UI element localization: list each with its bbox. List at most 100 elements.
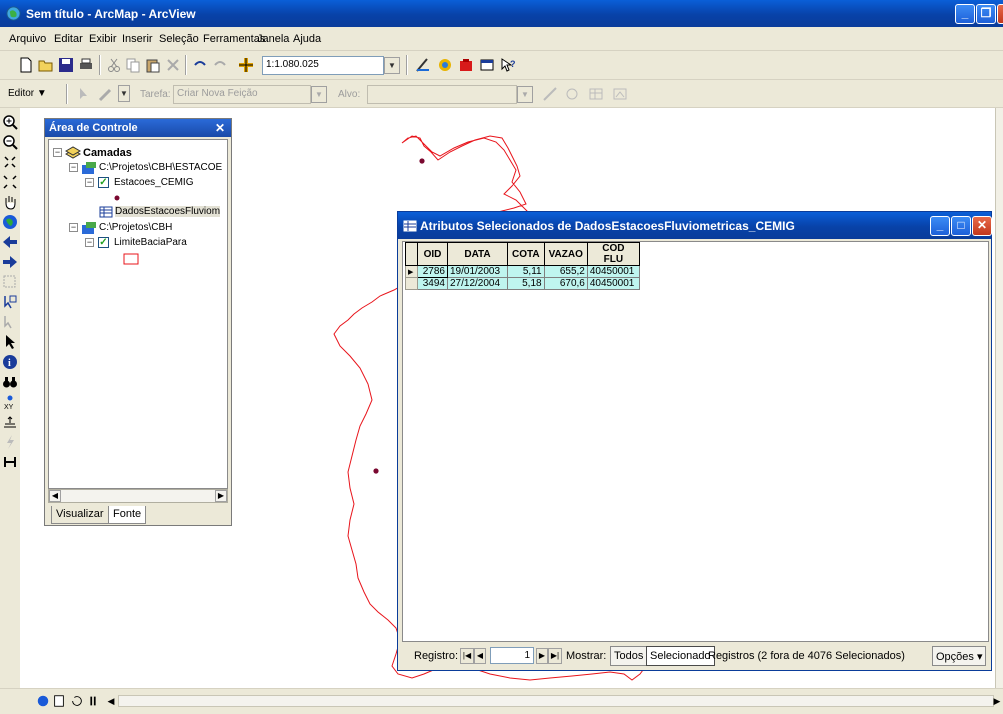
identify-icon[interactable]: i bbox=[2, 354, 18, 370]
target-select[interactable] bbox=[367, 85, 517, 104]
toc-table-dados[interactable]: DadosEstacoesFluviom bbox=[115, 206, 221, 217]
column-header-data[interactable]: DATA bbox=[447, 242, 508, 266]
arccatalog-icon[interactable] bbox=[437, 57, 453, 73]
collapse-group-icon[interactable]: − bbox=[69, 163, 78, 172]
new-document-icon[interactable] bbox=[18, 57, 34, 73]
copy-icon[interactable] bbox=[125, 57, 141, 73]
attributes-minimize-button[interactable]: _ bbox=[930, 216, 950, 236]
row-selector[interactable] bbox=[405, 277, 418, 290]
cell-data[interactable]: 19/01/2003 bbox=[447, 265, 508, 278]
undo-icon[interactable] bbox=[192, 57, 208, 73]
sketch-properties-icon[interactable] bbox=[612, 86, 628, 102]
layout-view-icon[interactable] bbox=[52, 694, 66, 708]
print-icon[interactable] bbox=[78, 57, 94, 73]
close-button[interactable] bbox=[997, 4, 1003, 24]
toc-root-label[interactable]: Camadas bbox=[83, 147, 132, 159]
status-scroll-left-icon[interactable]: ◀ bbox=[104, 693, 118, 709]
cell-cota[interactable]: 5,11 bbox=[507, 265, 545, 278]
next-record-icon[interactable]: ▶ bbox=[536, 648, 548, 664]
task-dropdown-arrow-icon[interactable]: ▼ bbox=[311, 86, 327, 103]
redo-icon[interactable] bbox=[212, 57, 228, 73]
toc-close-icon[interactable]: ✕ bbox=[215, 121, 225, 135]
cell-cod-flu[interactable]: 40450001 bbox=[586, 277, 640, 290]
open-folder-icon[interactable] bbox=[38, 57, 54, 73]
whats-this-help-icon[interactable]: ? bbox=[500, 57, 516, 73]
map-horizontal-scrollbar[interactable] bbox=[118, 695, 994, 707]
menu-ferramentas[interactable]: Ferramentas bbox=[203, 33, 265, 45]
layer-visibility-checkbox[interactable]: ✓ bbox=[98, 177, 109, 188]
table-row[interactable]: 3494 27/12/2004 5,18 670,6 40450001 bbox=[405, 277, 640, 290]
previous-record-icon[interactable]: ◀ bbox=[474, 648, 486, 664]
show-selected-button[interactable]: Selecionado bbox=[646, 646, 715, 666]
editor-toolbar-icon[interactable] bbox=[415, 57, 431, 73]
previous-extent-icon[interactable] bbox=[2, 234, 18, 250]
scroll-left-icon[interactable]: ◀ bbox=[49, 490, 61, 502]
cell-vazao[interactable]: 655,2 bbox=[543, 265, 588, 278]
next-extent-icon[interactable] bbox=[2, 254, 18, 270]
zoom-in-icon[interactable] bbox=[2, 114, 18, 130]
map-scale-input[interactable]: 1:1.080.025 bbox=[262, 56, 384, 75]
cell-cota[interactable]: 5,18 bbox=[507, 277, 545, 290]
collapse-group-icon[interactable]: − bbox=[69, 223, 78, 232]
menu-arquivo[interactable]: Arquivo bbox=[9, 33, 46, 45]
tab-visualizar[interactable]: Visualizar bbox=[51, 506, 109, 524]
cell-cod-flu[interactable]: 40450001 bbox=[586, 265, 640, 278]
split-tool-icon[interactable] bbox=[542, 86, 558, 102]
column-header-vazao[interactable]: VAZAO bbox=[543, 242, 588, 266]
attributes-maximize-button[interactable]: □ bbox=[951, 216, 971, 236]
clear-selection-icon[interactable] bbox=[2, 314, 18, 330]
toc-horizontal-scrollbar[interactable]: ◀ ▶ bbox=[48, 489, 228, 503]
hyperlink-lightning-icon[interactable] bbox=[2, 434, 18, 450]
menu-inserir[interactable]: Inserir bbox=[122, 33, 153, 45]
delete-icon[interactable] bbox=[165, 57, 181, 73]
zoom-out-icon[interactable] bbox=[2, 134, 18, 150]
menu-janela[interactable]: Janela bbox=[257, 33, 289, 45]
table-row[interactable]: ▶ 2786 19/01/2003 5,11 655,2 40450001 bbox=[405, 265, 640, 278]
edit-tool-icon[interactable] bbox=[76, 86, 92, 102]
editor-menu[interactable]: Editor ▼ bbox=[8, 88, 47, 99]
map-vertical-scrollbar[interactable] bbox=[995, 108, 1003, 688]
status-scroll-right-icon[interactable]: ▶ bbox=[991, 693, 1003, 709]
toc-workspace-cbh[interactable]: C:\Projetos\CBH bbox=[99, 222, 172, 233]
minimize-button[interactable]: _ bbox=[955, 4, 975, 24]
cell-vazao[interactable]: 670,6 bbox=[543, 277, 588, 290]
column-header-cota[interactable]: COTA bbox=[507, 242, 545, 266]
sketch-tool-dropdown-icon[interactable]: ▼ bbox=[118, 85, 130, 102]
select-elements-arrow-icon[interactable] bbox=[2, 334, 18, 350]
sketch-pencil-icon[interactable] bbox=[98, 86, 114, 102]
toc-workspace-estacoes[interactable]: C:\Projetos\CBH\ESTACOE bbox=[99, 162, 222, 173]
scroll-right-icon[interactable]: ▶ bbox=[215, 490, 227, 502]
arctoolbox-icon[interactable] bbox=[458, 57, 474, 73]
restore-button[interactable]: ❐ bbox=[976, 4, 996, 24]
data-view-icon[interactable] bbox=[36, 694, 50, 708]
record-number-input[interactable]: 1 bbox=[490, 647, 534, 664]
attributes-close-button[interactable]: ✕ bbox=[972, 216, 992, 236]
column-header-oid[interactable]: OID bbox=[417, 242, 448, 266]
first-record-icon[interactable]: |◀ bbox=[460, 648, 474, 664]
layer-visibility-checkbox[interactable]: ✓ bbox=[98, 237, 109, 248]
fixed-zoom-in-icon[interactable] bbox=[2, 154, 18, 170]
menu-ajuda[interactable]: Ajuda bbox=[293, 33, 321, 45]
toc-layer-limite[interactable]: LimiteBaciaPara bbox=[114, 237, 187, 248]
command-line-icon[interactable] bbox=[479, 57, 495, 73]
target-dropdown-arrow-icon[interactable]: ▼ bbox=[517, 86, 533, 103]
show-all-button[interactable]: Todos bbox=[610, 646, 648, 666]
cell-oid[interactable]: 3494 bbox=[417, 277, 448, 290]
fixed-zoom-out-icon[interactable] bbox=[2, 174, 18, 190]
time-slider-icon[interactable] bbox=[2, 454, 18, 470]
select-by-arrow-icon[interactable] bbox=[2, 294, 18, 310]
measure-icon[interactable] bbox=[2, 414, 18, 430]
add-data-icon[interactable] bbox=[238, 57, 254, 73]
paste-icon[interactable] bbox=[145, 57, 161, 73]
collapse-layers-icon[interactable]: − bbox=[53, 148, 62, 157]
find-binoculars-icon[interactable] bbox=[2, 374, 18, 390]
cell-oid[interactable]: 2786 bbox=[417, 265, 448, 278]
cut-icon[interactable] bbox=[106, 57, 122, 73]
go-to-xy-icon[interactable]: XY bbox=[2, 394, 18, 410]
task-select[interactable]: Criar Nova Feição bbox=[173, 85, 311, 104]
menu-editar[interactable]: Editar bbox=[54, 33, 83, 45]
menu-selecao[interactable]: Seleção bbox=[159, 33, 199, 45]
row-selector-icon[interactable]: ▶ bbox=[405, 265, 418, 278]
rotate-tool-icon[interactable] bbox=[564, 86, 580, 102]
refresh-icon[interactable] bbox=[70, 694, 84, 708]
